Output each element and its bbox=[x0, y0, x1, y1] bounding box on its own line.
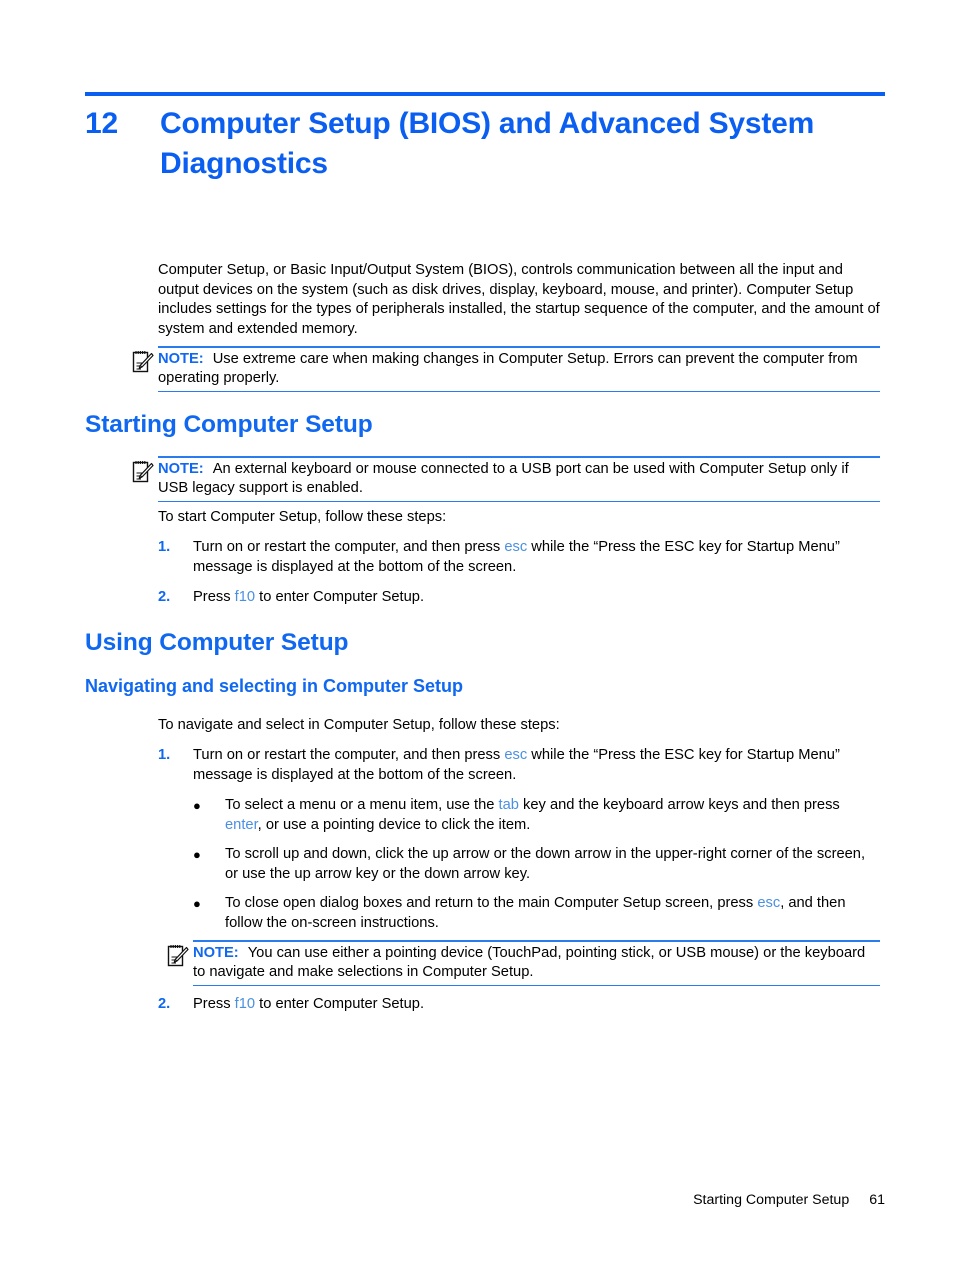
bullet-text-before: To scroll up and down, click the up arro… bbox=[225, 846, 866, 882]
note-label: NOTE: bbox=[193, 944, 239, 961]
starting-lead-in: To start Computer Setup, follow these st… bbox=[158, 509, 447, 525]
key-esc: esc bbox=[504, 539, 528, 555]
document-page: 12 Computer Setup (BIOS) and Advanced Sy… bbox=[0, 0, 954, 1270]
step-number: 1. bbox=[158, 539, 171, 555]
list-item: 1. Turn on or restart the computer, and … bbox=[158, 746, 880, 785]
note-starting: NOTE: An external keyboard or mouse conne… bbox=[132, 456, 880, 502]
step-text: Press f10 to enter Computer Setup. bbox=[193, 995, 880, 1015]
key-esc: esc bbox=[504, 747, 528, 763]
chapter-title-text: Computer Setup (BIOS) and Advanced Syste… bbox=[160, 107, 815, 180]
chapter-top-rule bbox=[85, 92, 885, 96]
note-starting-text: An external keyboard or mouse connected … bbox=[158, 460, 849, 497]
step-text: Turn on or restart the computer, and the… bbox=[193, 746, 880, 785]
footer-section-name: Starting Computer Setup bbox=[693, 1192, 850, 1208]
step-text-before: Press bbox=[193, 996, 235, 1012]
bullet-text-mid: key and the keyboard arrow keys and then… bbox=[518, 797, 840, 813]
key-enter: enter bbox=[225, 816, 258, 833]
chapter-number: 12 bbox=[85, 107, 118, 140]
step-text: Press f10 to enter Computer Setup. bbox=[193, 588, 880, 608]
step-text-before: Turn on or restart the computer, and the… bbox=[193, 539, 505, 555]
list-item: ● To select a menu or a menu item, use t… bbox=[193, 796, 880, 835]
note-pencil-icon bbox=[167, 944, 189, 966]
intro-paragraph: Computer Setup, or Basic Input/Output Sy… bbox=[158, 262, 880, 337]
bullet-text: To scroll up and down, click the up arro… bbox=[225, 845, 880, 884]
bullet-text: To close open dialog boxes and return to… bbox=[225, 894, 880, 933]
key-tab: tab bbox=[498, 797, 519, 813]
bullet-text: To select a menu or a menu item, use the… bbox=[225, 796, 880, 835]
using-lead-in-block: To navigate and select in Computer Setup… bbox=[158, 716, 880, 736]
heading-navigating-selecting: Navigating and selecting in Computer Set… bbox=[85, 676, 464, 696]
note-bottom-rule bbox=[158, 390, 880, 392]
note-navigating: NOTE: You can use either a pointing devic… bbox=[167, 940, 880, 986]
note-navigating-body: NOTE: You can use either a pointing devic… bbox=[167, 942, 880, 985]
note-intro-body: NOTE: Use extreme care when making change… bbox=[132, 348, 880, 391]
note-label: NOTE: bbox=[158, 350, 204, 367]
bullet-text-before: To close open dialog boxes and return to… bbox=[225, 895, 758, 911]
bullet-marker: ● bbox=[193, 798, 201, 813]
note-navigating-text: You can use either a pointing device (To… bbox=[193, 944, 866, 981]
list-item: 2. Press f10 to enter Computer Setup. bbox=[158, 588, 880, 608]
step-text-after: to enter Computer Setup. bbox=[255, 589, 425, 605]
page-footer: Starting Computer Setup 61 bbox=[85, 1192, 885, 1208]
note-label: NOTE: bbox=[158, 460, 204, 477]
step-text-before: Turn on or restart the computer, and the… bbox=[193, 747, 505, 763]
using-bullet-list: ● To select a menu or a menu item, use t… bbox=[193, 796, 880, 933]
starting-steps-list: 1. Turn on or restart the computer, and … bbox=[158, 538, 880, 608]
key-esc: esc bbox=[757, 895, 781, 911]
heading-using-computer-setup: Using Computer Setup bbox=[85, 629, 349, 656]
note-intro-text: Use extreme care when making changes in … bbox=[158, 350, 858, 387]
bullet-text-before: To select a menu or a menu item, use the bbox=[225, 797, 499, 813]
note-pencil-icon bbox=[132, 460, 154, 482]
key-f10: f10 bbox=[234, 996, 256, 1012]
step-number: 2. bbox=[158, 589, 171, 605]
note-bottom-rule bbox=[158, 500, 880, 502]
list-item: 1. Turn on or restart the computer, and … bbox=[158, 538, 880, 577]
bullet-text-after: , or use a pointing device to click the … bbox=[257, 816, 531, 833]
step-number: 2. bbox=[158, 996, 171, 1012]
list-item: ● To scroll up and down, click the up ar… bbox=[193, 845, 880, 884]
step-text: Turn on or restart the computer, and the… bbox=[193, 538, 880, 577]
list-item: 2. Press f10 to enter Computer Setup. bbox=[158, 995, 880, 1015]
key-f10: f10 bbox=[234, 589, 256, 605]
starting-lead-in-block: To start Computer Setup, follow these st… bbox=[158, 508, 880, 528]
bullet-marker: ● bbox=[193, 847, 201, 862]
heading-starting-computer-setup: Starting Computer Setup bbox=[85, 411, 373, 438]
bullet-marker: ● bbox=[193, 896, 201, 911]
note-starting-body: NOTE: An external keyboard or mouse conne… bbox=[132, 458, 880, 501]
using-lead-in: To navigate and select in Computer Setup… bbox=[158, 717, 560, 733]
chapter-title: 12 Computer Setup (BIOS) and Advanced Sy… bbox=[85, 104, 885, 183]
using-step1-list: 1. Turn on or restart the computer, and … bbox=[158, 746, 880, 785]
note-bottom-rule bbox=[193, 984, 880, 986]
step-text-after: to enter Computer Setup. bbox=[255, 996, 425, 1012]
note-pencil-icon bbox=[132, 350, 154, 372]
note-intro: NOTE: Use extreme care when making change… bbox=[132, 346, 880, 392]
step-number: 1. bbox=[158, 747, 171, 763]
intro-paragraph-block: Computer Setup, or Basic Input/Output Sy… bbox=[158, 261, 880, 339]
step-text-before: Press bbox=[193, 589, 235, 605]
list-item: ● To close open dialog boxes and return … bbox=[193, 894, 880, 933]
using-step2-list: 2. Press f10 to enter Computer Setup. bbox=[158, 995, 880, 1015]
footer-page-number: 61 bbox=[869, 1192, 885, 1208]
